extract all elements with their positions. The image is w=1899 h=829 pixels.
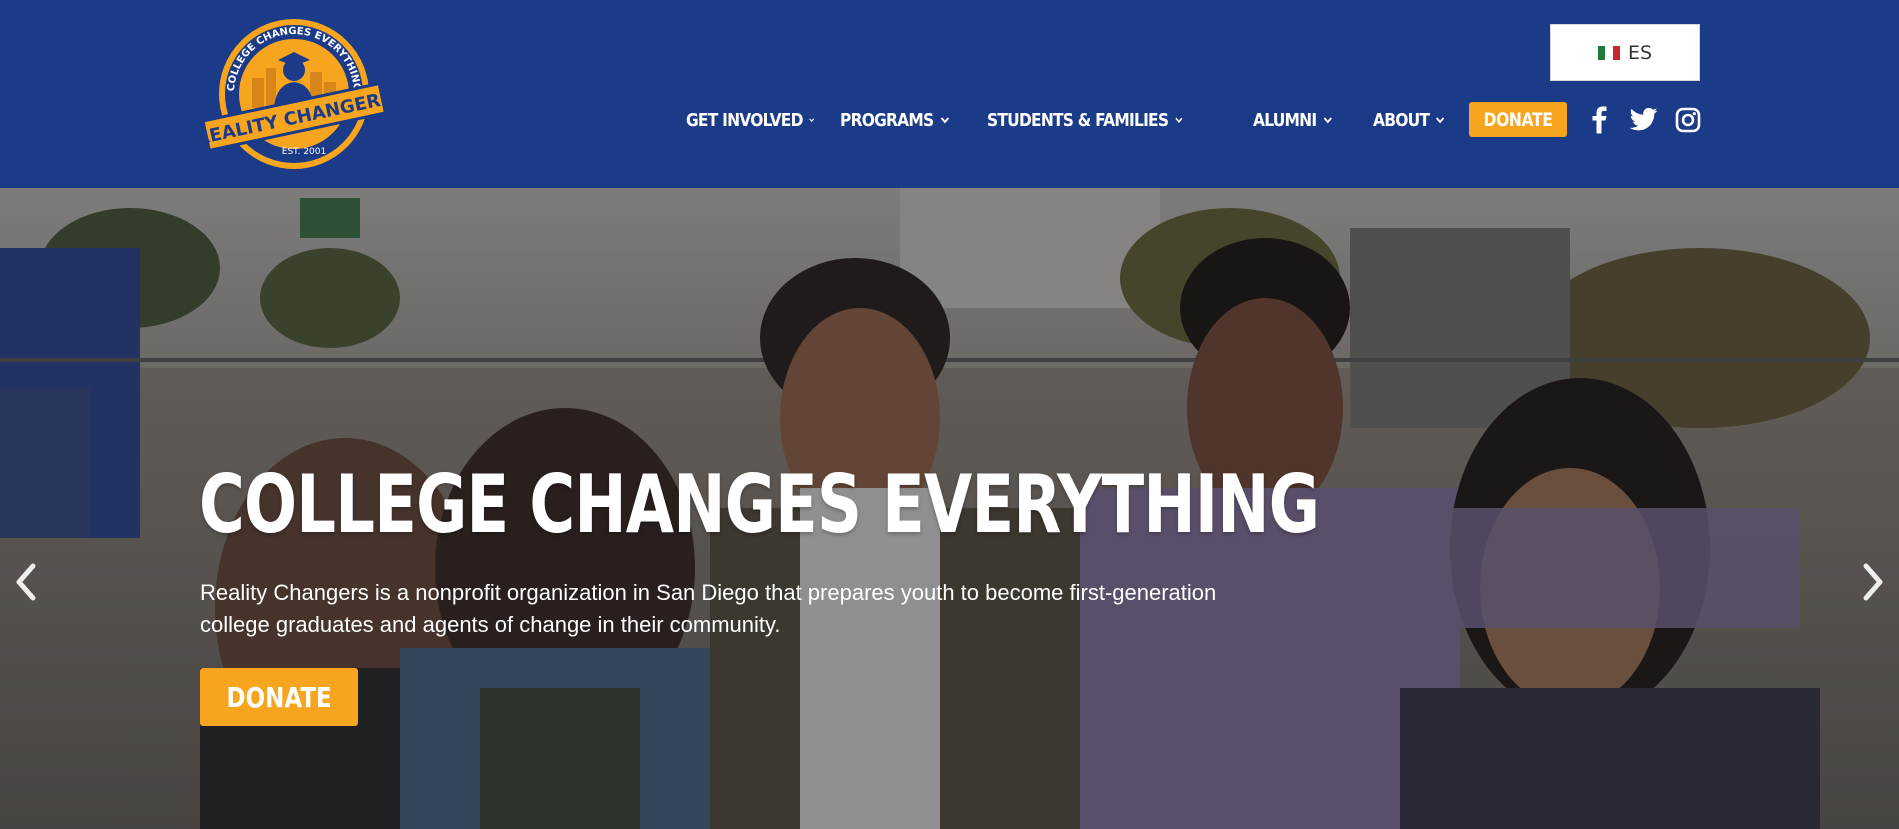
- chevron-down-icon: [1175, 117, 1183, 123]
- reality-changers-logo[interactable]: COLLEGE CHANGES EVERYTHING REALITY CHANG…: [200, 18, 388, 170]
- chevron-left-icon: [16, 563, 36, 601]
- main-nav: GET INVOLVED PROGRAMS STUDENTS & FAMILIE…: [686, 102, 1473, 138]
- twitter-icon[interactable]: [1630, 106, 1658, 134]
- hero-donate-button[interactable]: DONATE: [200, 668, 358, 726]
- hero-slider: COLLEGE CHANGES EVERYTHING Reality Chang…: [0, 188, 1899, 829]
- nav-label: PROGRAMS: [840, 109, 934, 131]
- hero-description-line-2: college graduates and agents of change i…: [200, 612, 781, 637]
- chevron-down-icon: [1323, 117, 1332, 124]
- logo-est-text: EST. 2001: [282, 147, 326, 157]
- nav-label: ALUMNI: [1253, 109, 1317, 131]
- nav-label: ABOUT: [1373, 109, 1430, 131]
- chevron-down-icon: [1436, 117, 1445, 124]
- facebook-icon[interactable]: [1586, 106, 1614, 134]
- chevron-right-icon: [1863, 563, 1883, 601]
- nav-label: GET INVOLVED: [686, 109, 803, 131]
- donate-label: DONATE: [1483, 108, 1553, 131]
- slider-prev-button[interactable]: [8, 560, 44, 604]
- header-donate-button[interactable]: DONATE: [1469, 102, 1567, 137]
- nav-label: STUDENTS & FAMILIES: [987, 109, 1169, 131]
- site-header: COLLEGE CHANGES EVERYTHING REALITY CHANG…: [0, 0, 1899, 188]
- nav-item-about[interactable]: ABOUT: [1373, 110, 1459, 131]
- nav-item-get-involved[interactable]: GET INVOLVED: [686, 110, 815, 131]
- hero-donate-label: DONATE: [226, 680, 332, 714]
- slider-next-button[interactable]: [1855, 560, 1891, 604]
- nav-item-programs[interactable]: PROGRAMS: [840, 110, 969, 131]
- hero-title: COLLEGE CHANGES EVERYTHING: [199, 458, 1320, 551]
- language-switch-button[interactable]: ES: [1550, 24, 1700, 81]
- language-label: ES: [1627, 41, 1653, 64]
- instagram-icon[interactable]: [1674, 106, 1702, 134]
- mexico-flag-icon: [1597, 45, 1620, 60]
- chevron-down-icon: [940, 117, 949, 124]
- nav-item-alumni[interactable]: ALUMNI: [1253, 110, 1356, 131]
- hero-description: Reality Changers is a nonprofit organiza…: [200, 577, 1260, 641]
- chevron-down-icon: [808, 118, 814, 123]
- nav-item-students-families[interactable]: STUDENTS & FAMILIES: [987, 110, 1184, 131]
- hero-description-line-1: Reality Changers is a nonprofit organiza…: [200, 580, 1217, 605]
- social-links: [1586, 102, 1702, 137]
